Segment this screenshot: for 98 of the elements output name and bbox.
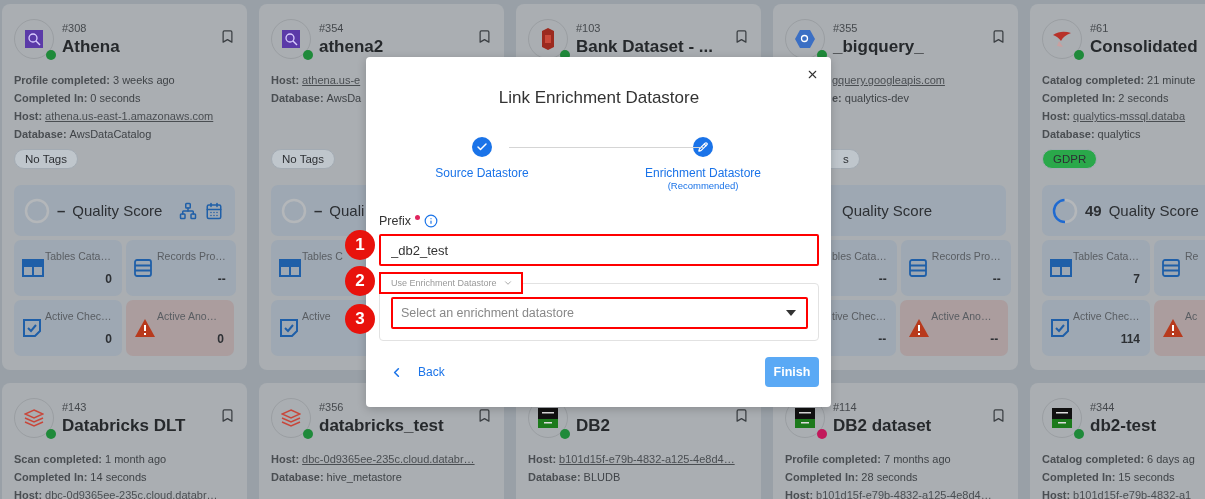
datastore-number: #143 — [62, 400, 87, 414]
field-label: Host: — [1042, 488, 1071, 499]
datastore-number: #308 — [62, 21, 87, 35]
field-label: Database: — [271, 470, 324, 485]
datastore-name: Consolidated — [1090, 36, 1198, 57]
metric-label: Active Ano… — [157, 310, 218, 322]
metric-value: 7 — [1133, 272, 1140, 286]
dialog-title: Link Enrichment Datastore — [498, 88, 700, 108]
datastore-name: Athena — [62, 36, 120, 57]
metric-label: Records Pro… — [931, 250, 1001, 262]
field-value: AwsDa — [326, 91, 362, 106]
field-label: Host: — [785, 488, 814, 499]
metric-label: bles Cata… — [832, 250, 887, 262]
field-label: Host: — [271, 452, 300, 467]
quality-score: – — [57, 202, 66, 219]
field-label: Catalog completed: — [1042, 73, 1145, 88]
metric-value: 0 — [105, 272, 112, 286]
metric-label: Active Chec… — [45, 310, 112, 322]
field-label: Completed In: — [14, 470, 88, 485]
metric-label: Tables C — [302, 250, 343, 262]
field-label: Completed In: — [1042, 91, 1116, 106]
field-value: 0 seconds — [90, 91, 141, 106]
metric-value: 0 — [217, 332, 224, 346]
field-label: Database: — [528, 470, 581, 485]
step-label: Source Datastore — [435, 166, 529, 180]
field-label: Profile completed: — [14, 73, 110, 88]
metric-value: 114 — [1120, 332, 1140, 346]
field-value: 7 months ago — [883, 452, 951, 467]
field-label: Database: — [1042, 127, 1095, 142]
metric-label: Active Chec… — [1073, 310, 1140, 322]
datastore-name: athena2 — [319, 36, 384, 57]
metric-label: Tables Cata… — [45, 250, 111, 262]
field-value: qualytics-dev — [844, 91, 909, 106]
quality-label: Quality Score — [842, 202, 933, 219]
quality-label: Quali — [329, 202, 365, 219]
datastore-number: #61 — [1090, 21, 1109, 35]
field-label: Prefix — [379, 214, 411, 228]
tag-pill: No Tags — [14, 149, 78, 169]
step-label: Enrichment Datastore — [644, 166, 762, 180]
field-value: BLUDB — [583, 470, 621, 485]
field-value: 14 seconds — [90, 470, 147, 485]
datastore-name: db2-test — [1090, 415, 1157, 436]
field-label: Scan completed: — [14, 452, 103, 467]
field-value: 15 seconds — [1118, 470, 1175, 485]
metric-label: Active — [302, 310, 331, 322]
quality-score: 49 — [1085, 202, 1102, 219]
field-value: 2 seconds — [1118, 91, 1169, 106]
field-value: 28 seconds — [861, 470, 918, 485]
step-sublabel: (Recommended) — [667, 180, 739, 191]
field-value: AwsDataCatalog — [69, 127, 152, 142]
datastore-number: #354 — [319, 21, 344, 35]
tag-pill: GDPR — [1042, 149, 1098, 169]
datastore-number: #356 — [319, 400, 344, 414]
field-label: Host: — [14, 109, 43, 124]
metric-label: Records Pro… — [157, 250, 226, 262]
field-label: Completed In: — [1042, 470, 1116, 485]
field-label: e: — [832, 91, 842, 106]
metric-label: Ac — [1185, 310, 1198, 322]
datastore-number: #114 — [833, 400, 857, 414]
field-value: hive_metastore — [326, 470, 402, 485]
datastore-name: Bank Dataset - ... — [576, 36, 713, 57]
datastore-name: databricks_test — [319, 415, 444, 436]
metric-value: -- — [878, 272, 887, 286]
field-label: Host: — [271, 73, 300, 88]
datastore-number: #103 — [576, 21, 601, 35]
field-label: Completed In: — [785, 470, 859, 485]
datastore-name: _bigquery_ — [833, 36, 924, 57]
tag-pill: No Tags — [271, 149, 335, 169]
field-value: 6 days ag — [1147, 452, 1195, 467]
metric-label: Active Ano… — [931, 310, 992, 322]
metric-value: -- — [992, 272, 1001, 286]
metric-value: -- — [990, 332, 999, 346]
field-value: qualytics — [1097, 127, 1141, 142]
field-label: Host: — [14, 488, 43, 499]
field-value: 3 weeks ago — [112, 73, 175, 88]
field-value: 21 minute — [1147, 73, 1196, 88]
field-label: Profile completed: — [785, 452, 881, 467]
field-label: Catalog completed: — [1042, 452, 1145, 467]
datastore-name: DB2 — [576, 415, 610, 436]
field-label: Completed In: — [14, 91, 88, 106]
metric-label: Tables Cata… — [1073, 250, 1139, 262]
datastore-number: #344 — [1090, 400, 1115, 414]
datastore-name: Databricks DLT — [62, 415, 186, 436]
quality-label: Quality Score — [1108, 202, 1199, 219]
quality-score: – — [314, 202, 323, 219]
field-label: Database: — [14, 127, 67, 142]
datastore-name: DB2 dataset — [833, 415, 932, 436]
metric-label: tive Chec… — [832, 310, 887, 322]
field-label: Host: — [1042, 109, 1071, 124]
quality-label: Quality Score — [72, 202, 163, 219]
metric-value: 0 — [105, 332, 112, 346]
datastore-number: #355 — [833, 21, 858, 35]
field-value: 1 month ago — [105, 452, 167, 467]
metric-label: Re — [1185, 250, 1199, 262]
field-label: Host: — [528, 452, 557, 467]
metric-value: -- — [878, 332, 887, 346]
field-label: Database: — [271, 91, 324, 106]
metric-value: -- — [217, 272, 226, 286]
